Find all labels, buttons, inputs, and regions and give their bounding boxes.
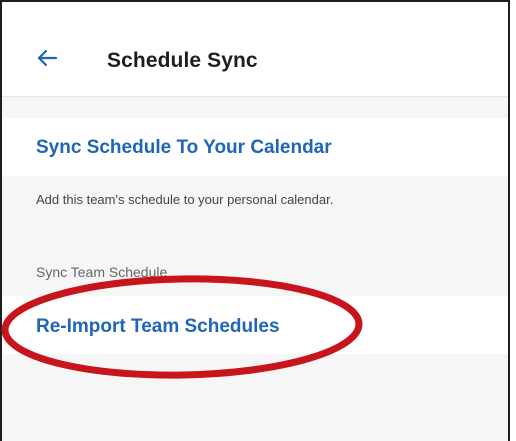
sync-calendar-row[interactable]: Sync Schedule To Your Calendar bbox=[2, 118, 508, 176]
reimport-team-schedules-link[interactable]: Re-Import Team Schedules bbox=[36, 316, 280, 338]
page-title: Schedule Sync bbox=[107, 49, 258, 72]
app-window: Schedule Sync Sync Schedule To Your Cale… bbox=[0, 0, 510, 441]
sync-calendar-link[interactable]: Sync Schedule To Your Calendar bbox=[36, 137, 332, 159]
section-label-sync-team: Sync Team Schedule bbox=[36, 264, 168, 280]
sync-calendar-description: Add this team's schedule to your persona… bbox=[36, 192, 334, 207]
reimport-row[interactable]: Re-Import Team Schedules bbox=[2, 296, 508, 354]
arrow-left-icon bbox=[37, 49, 58, 67]
top-app-bar: Schedule Sync bbox=[2, 2, 508, 97]
back-button[interactable] bbox=[36, 47, 58, 69]
